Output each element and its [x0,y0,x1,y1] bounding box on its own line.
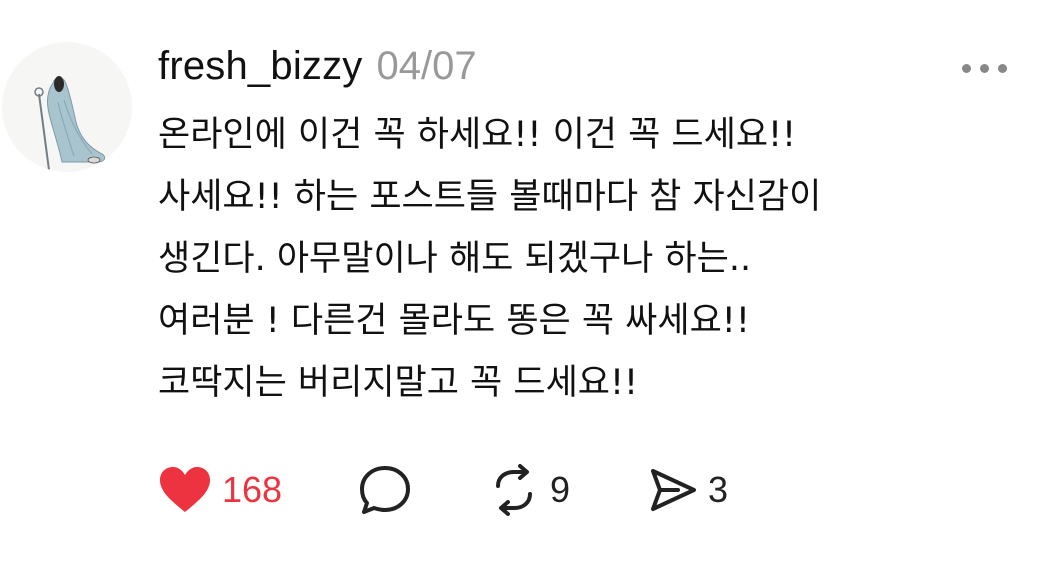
post-body-line: 온라인에 이건 꼭 하세요!! 이건 꼭 드세요!! [158,115,797,155]
share-count: 3 [708,469,729,510]
more-dots-icon [980,64,989,73]
avatar[interactable] [2,42,132,172]
post-date: 04/07 [376,44,477,88]
post-body: 온라인에 이건 꼭 하세요!! 이건 꼭 드세요!! 사세요!! 하는 포스트들… [158,104,1028,414]
share-button[interactable]: 3 [648,462,728,518]
more-options-button[interactable] [956,52,1012,82]
repost-icon [496,464,532,516]
post-body-line: 사세요!! 하는 포스트들 볼때마다 참 자신감이 [158,177,822,217]
avatar-illustration [2,42,132,172]
like-count: 168 [222,469,283,510]
comment-button[interactable] [358,462,422,518]
post-body-line: 생긴다. 아무말이나 해도 되겠구나 하는.. [158,239,752,279]
post-header: fresh_bizzy 04/07 [158,44,477,94]
paper-plane-icon [651,469,696,511]
like-button[interactable]: 168 [158,462,282,518]
repost-count: 9 [550,469,571,510]
post-body-line: 여러분 ! 다른건 몰라도 똥은 꼭 싸세요!! [158,301,750,341]
heart-icon [160,467,210,512]
post-actions: 168 9 3 [158,462,858,518]
more-dots-icon [998,64,1007,73]
thread-post: fresh_bizzy 04/07 온라인에 이건 꼭 하세요!! 이건 꼭 드… [0,0,1056,570]
username[interactable]: fresh_bizzy [158,44,363,89]
repost-button[interactable]: 9 [488,462,570,518]
post-body-line: 코딱지는 버리지말고 꼭 드세요!! [158,363,639,403]
speech-bubble-icon [360,466,410,514]
more-dots-icon [962,64,971,73]
